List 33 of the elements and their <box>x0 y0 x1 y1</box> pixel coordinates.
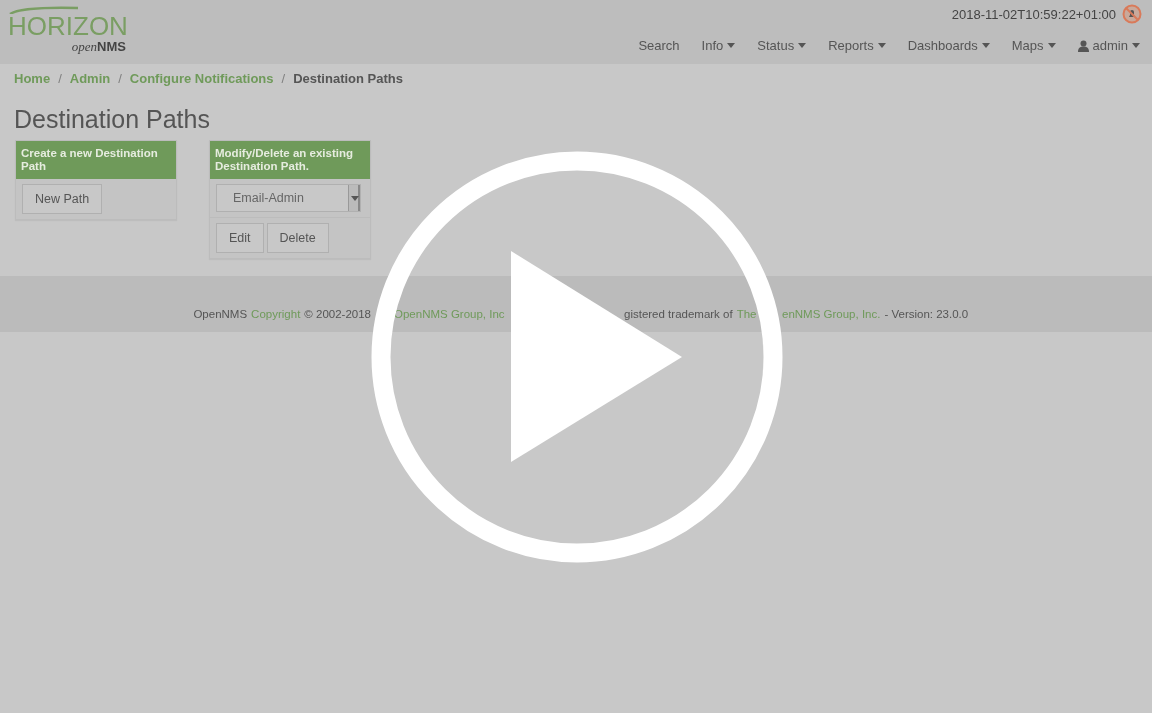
caret-icon <box>727 43 736 48</box>
footer-text: - Version: 23.0.0 <box>884 308 969 320</box>
nav-menu-item[interactable]: admin <box>1066 38 1142 53</box>
user-icon <box>1077 39 1089 52</box>
nav-menu-item[interactable]: Info <box>690 38 747 53</box>
panel-heading: Create a new Destination Path <box>16 141 176 179</box>
action-button[interactable]: Delete <box>266 223 329 253</box>
caret-icon <box>350 195 359 201</box>
caret-icon <box>1132 43 1140 48</box>
caret-icon <box>877 43 886 48</box>
footer-text: gistered trademark of <box>624 308 733 320</box>
breadcrumb-separator: / <box>281 71 286 86</box>
logo[interactable]: HORIZON openNMS <box>8 6 128 54</box>
muted-bell-icon[interactable] <box>1122 4 1142 24</box>
nav-menu-item[interactable]: Search <box>627 38 691 53</box>
path-select[interactable]: Email-Admin <box>216 184 361 212</box>
footer-text: © 2002-2018 <box>304 308 371 320</box>
new-path-button[interactable]: New Path <box>22 184 103 214</box>
nav-menu-item[interactable]: Dashboards <box>896 38 1001 53</box>
footer-text: OpenNMS <box>193 308 248 320</box>
breadcrumb-current[interactable]: Destination Paths <box>293 71 403 86</box>
caret-icon <box>981 43 990 48</box>
nav-menu-item[interactable]: Maps <box>1000 38 1067 53</box>
nav-menu-item[interactable]: Reports <box>817 38 897 53</box>
page-title: Destination Paths <box>14 105 211 134</box>
caret-icon <box>1047 43 1056 48</box>
timestamp: 2018-11-02T10:59:22+01:00 <box>951 6 1116 22</box>
breadcrumb-separator: / <box>58 71 62 86</box>
breadcrumb-separator: / <box>118 71 122 86</box>
caret-icon <box>798 43 807 48</box>
nav-menu-item[interactable]: Status <box>746 38 818 53</box>
action-button[interactable]: Edit <box>216 223 264 253</box>
panel-heading: Modify/Delete an existing Destination Path. <box>210 141 370 179</box>
